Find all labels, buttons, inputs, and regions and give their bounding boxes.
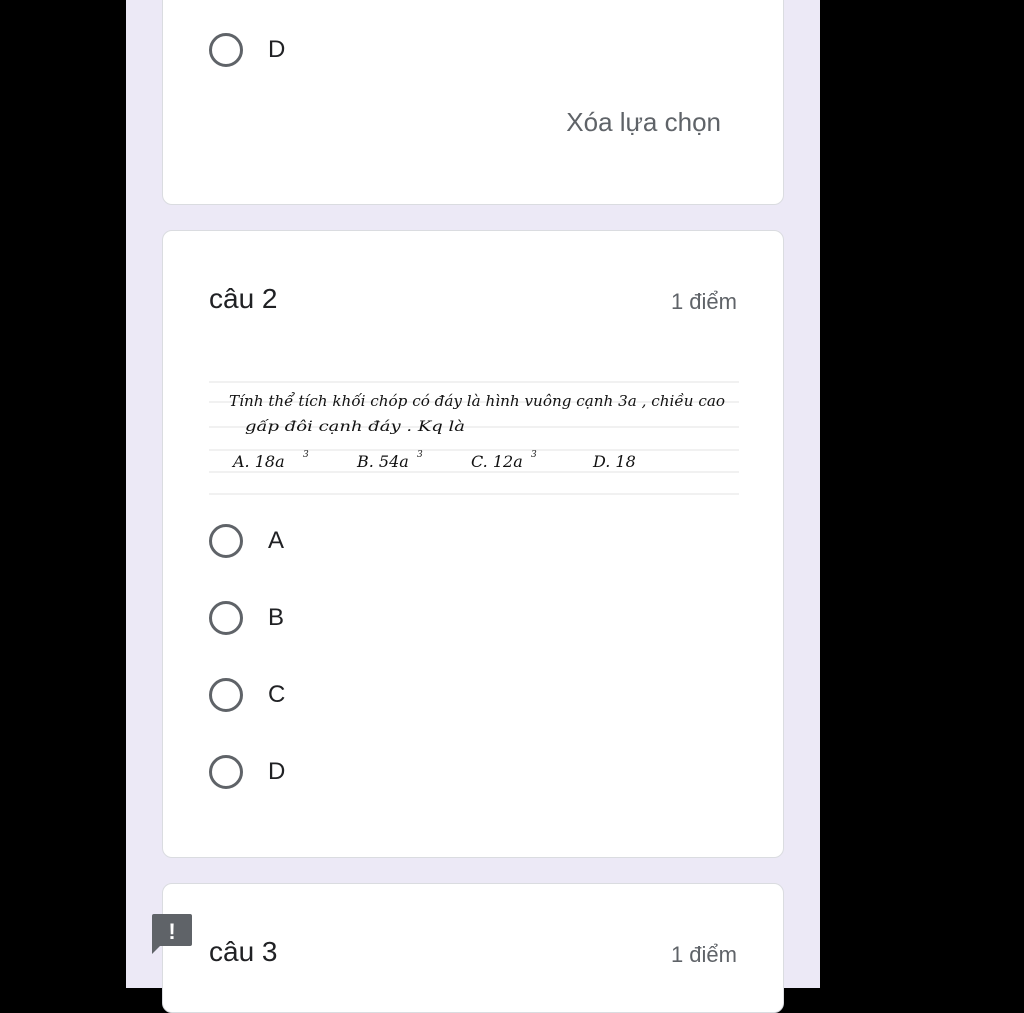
option-b-row[interactable]: B — [209, 598, 284, 638]
clear-selection-button[interactable]: Xóa lựa chọn — [566, 107, 721, 138]
radio-button[interactable] — [209, 601, 243, 635]
option-label: B — [268, 604, 285, 631]
question-card-3: câu 3 1 điểm — [162, 883, 784, 1013]
handwritten-answer-c: C. 12a — [471, 452, 523, 471]
question-points: 1 điểm — [670, 942, 737, 967]
question-title: câu 3 — [209, 936, 278, 967]
handwritten-line-1: Tính thể tích khối chóp có đáy là hình v… — [229, 392, 725, 410]
option-d-row[interactable]: D — [209, 30, 285, 70]
option-c-row[interactable]: C — [209, 675, 285, 715]
radio-button[interactable] — [209, 33, 243, 67]
question-points: 1 điểm — [670, 289, 737, 314]
option-label: D — [268, 758, 286, 785]
exponent: 3 — [531, 450, 537, 460]
svg-text:!: ! — [168, 919, 175, 944]
option-a-row[interactable]: A — [209, 521, 284, 561]
radio-button[interactable] — [209, 755, 243, 789]
question-title: câu 2 — [209, 283, 278, 314]
exponent: 3 — [417, 450, 423, 460]
option-d-row[interactable]: D — [209, 752, 285, 792]
option-label: C — [268, 681, 286, 708]
handwritten-answer-a: A. 18a — [231, 452, 285, 471]
handwritten-answer-b: B. 54a — [356, 452, 409, 471]
handwritten-line-2: gấp đôi cạnh đáy . Kq là — [245, 418, 465, 435]
alert-icon[interactable]: ! — [152, 914, 192, 954]
question-card-1: D Xóa lựa chọn — [162, 0, 784, 205]
radio-button[interactable] — [209, 524, 243, 558]
radio-button[interactable] — [209, 678, 243, 712]
question-image: Tính thể tích khối chóp có đáy là hình v… — [209, 381, 739, 495]
question-card-2: câu 2 1 điểm Tính thể tích khối chóp có … — [162, 230, 784, 858]
option-label: A — [268, 527, 285, 554]
handwritten-answer-d: D. 18 — [592, 452, 636, 471]
exponent: 3 — [303, 450, 309, 460]
option-label: D — [268, 36, 286, 63]
